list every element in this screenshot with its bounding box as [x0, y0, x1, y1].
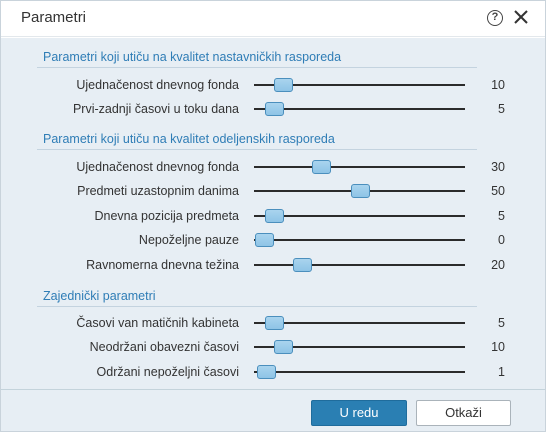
parameter-value: 20 — [491, 258, 505, 272]
slider-track[interactable] — [254, 102, 465, 116]
title-bar: Parametri ? — [1, 1, 545, 37]
section-divider — [37, 67, 477, 68]
slider-thumb[interactable] — [264, 316, 284, 330]
slider-thumb[interactable] — [264, 102, 284, 116]
section-title-nastavnicki: Parametri koji utiču na kvalitet nastavn… — [43, 50, 342, 64]
parameter-value: 5 — [498, 102, 505, 116]
parameter-label: Dnevna pozicija predmeta — [94, 209, 239, 223]
parameter-label: Prvi-zadnji časovi u toku dana — [72, 102, 239, 116]
parameter-label: Održani nepoželjni časovi — [96, 365, 239, 379]
parameter-value: 50 — [491, 184, 505, 198]
section-divider — [37, 306, 477, 307]
question-circle-icon[interactable]: ? — [487, 10, 503, 26]
slider-track[interactable] — [254, 340, 465, 354]
slider-thumb[interactable] — [256, 365, 276, 379]
dialog-title: Parametri — [21, 9, 87, 26]
parameter-label: Neodržani obavezni časovi — [89, 340, 239, 354]
slider-thumb[interactable] — [274, 78, 294, 92]
slider-track[interactable] — [254, 233, 465, 247]
slider-thumb[interactable] — [264, 209, 284, 223]
parameter-value: 0 — [498, 233, 505, 247]
slider-track[interactable] — [254, 160, 465, 174]
slider-thumb[interactable] — [274, 340, 294, 354]
slider-thumb[interactable] — [350, 184, 370, 198]
parameter-value: 10 — [491, 340, 505, 354]
parameter-label: Ujednačenost dnevnog fonda — [76, 78, 239, 92]
slider-thumb[interactable] — [312, 160, 332, 174]
parameter-value: 10 — [491, 78, 505, 92]
section-divider — [37, 149, 477, 150]
parameter-label: Časovi van matičnih kabineta — [76, 316, 239, 330]
parametri-dialog: Parametri ? Parametri koji utiču na kval… — [0, 0, 546, 432]
parameter-value: 30 — [491, 160, 505, 174]
section-title-odeljenski: Parametri koji utiču na kvalitet odeljen… — [43, 132, 335, 146]
parameter-label: Nepoželjne pauze — [138, 233, 239, 247]
parameter-value: 1 — [498, 365, 505, 379]
section-title-zajednicki: Zajednički parametri — [43, 289, 156, 303]
parameter-label: Predmeti uzastopnim danima — [77, 184, 239, 198]
slider-thumb[interactable] — [255, 233, 274, 247]
slider-track[interactable] — [254, 209, 465, 223]
slider-thumb[interactable] — [293, 258, 313, 272]
parameter-value: 5 — [498, 209, 505, 223]
parameters-panel: Parametri koji utiču na kvalitet nastavn… — [1, 38, 545, 389]
slider-track[interactable] — [254, 316, 465, 330]
slider-track[interactable] — [254, 78, 465, 92]
parameter-label: Ujednačenost dnevnog fonda — [76, 160, 239, 174]
parameter-label: Ravnomerna dnevna težina — [86, 258, 239, 272]
close-icon[interactable] — [511, 7, 531, 27]
slider-track[interactable] — [254, 184, 465, 198]
slider-track[interactable] — [254, 365, 465, 379]
parameter-value: 5 — [498, 316, 505, 330]
slider-track[interactable] — [254, 258, 465, 272]
cancel-button[interactable]: Otkaži — [416, 400, 511, 426]
ok-button[interactable]: U redu — [311, 400, 407, 426]
dialog-footer: U redu Otkaži — [1, 389, 545, 431]
